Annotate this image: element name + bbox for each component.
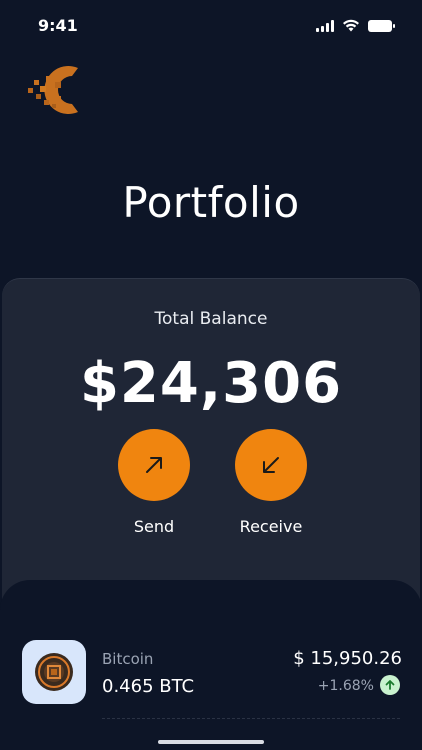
- asset-row-bitcoin[interactable]: Bitcoin 0.465 BTC $ 15,950.26 +1.68%: [22, 640, 402, 704]
- send-button[interactable]: [118, 429, 190, 501]
- asset-value: $ 15,950.26: [293, 648, 402, 669]
- receive-action[interactable]: Receive: [226, 429, 316, 536]
- bitcoin-coin-icon: [35, 653, 73, 691]
- page-title: Portfolio: [122, 178, 300, 227]
- assets-panel: Bitcoin 0.465 BTC $ 15,950.26 +1.68%: [0, 580, 422, 750]
- status-time: 9:41: [38, 16, 78, 35]
- asset-change: +1.68%: [317, 678, 374, 694]
- brand-logo: [28, 66, 78, 114]
- asset-icon-tile: [22, 640, 86, 704]
- asset-name: Bitcoin: [102, 650, 154, 668]
- arrow-up-right-icon: [146, 457, 162, 473]
- status-icons: [316, 19, 395, 32]
- status-bar: 9:41: [0, 0, 422, 50]
- total-balance-value: $24,306: [79, 351, 343, 416]
- send-action[interactable]: Send: [109, 429, 199, 536]
- send-label: Send: [133, 517, 175, 536]
- total-balance-label: Total Balance: [154, 309, 268, 329]
- arrow-down-left-icon: [263, 457, 279, 473]
- divider: [102, 718, 400, 719]
- trend-up-icon: [380, 675, 400, 695]
- battery-icon: [368, 19, 395, 32]
- home-indicator[interactable]: [158, 740, 264, 744]
- cellular-signal-icon: [316, 19, 334, 32]
- wifi-icon: [343, 19, 359, 32]
- asset-amount: 0.465 BTC: [102, 676, 195, 697]
- receive-label: Receive: [239, 517, 303, 536]
- receive-button[interactable]: [235, 429, 307, 501]
